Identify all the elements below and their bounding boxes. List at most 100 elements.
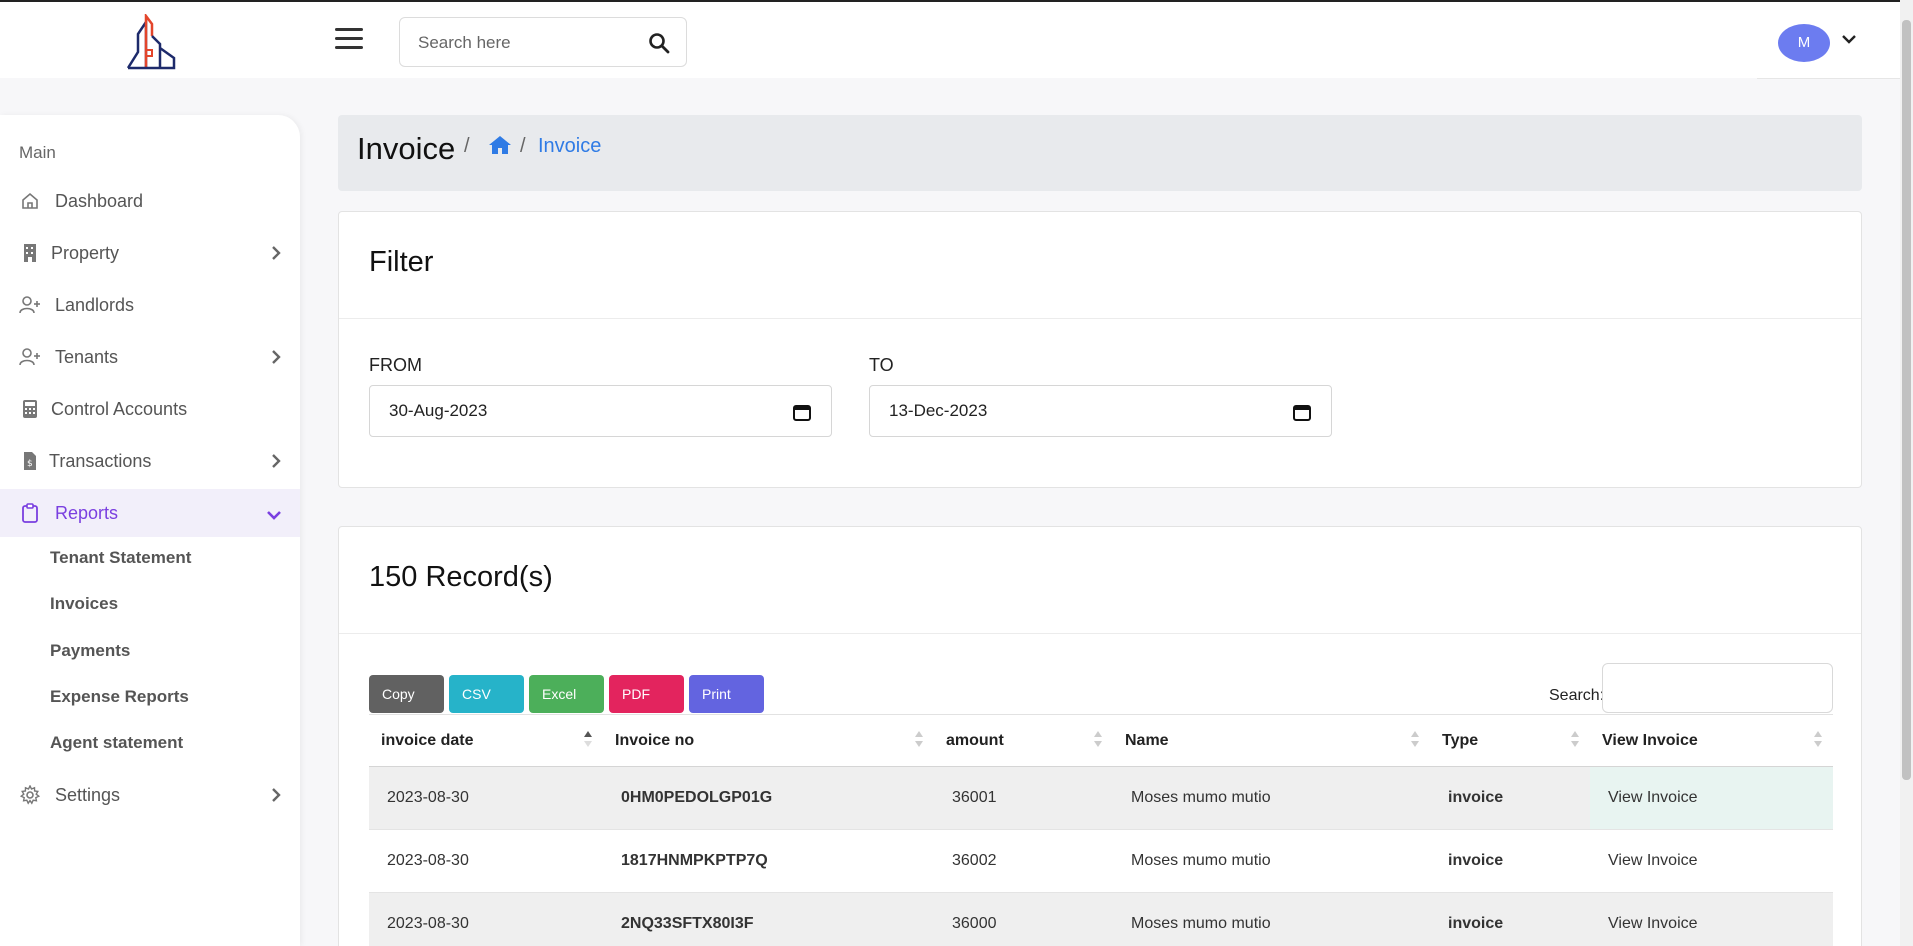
sidebar-item-label: Transactions — [49, 450, 152, 471]
column-header-type[interactable]: Type — [1430, 714, 1590, 767]
chevron-right-icon — [272, 350, 281, 364]
sidebar-item-settings[interactable]: Settings — [0, 771, 300, 819]
company-logo[interactable] — [124, 14, 178, 70]
view-invoice-link[interactable]: View Invoice — [1590, 766, 1833, 830]
table-row: 2023-08-30 0HM0PEDOLGP01G 36001 Moses mu… — [369, 766, 1833, 830]
search-input[interactable] — [418, 31, 638, 55]
sidebar-item-property[interactable]: Property — [0, 229, 300, 277]
records-card: 150 Record(s) Copy CSV Excel PDF Print S… — [338, 526, 1862, 946]
invoice-date-link[interactable]: 2023-08-30 — [369, 829, 603, 893]
to-date-input[interactable]: 13-Dec-2023 — [869, 385, 1332, 437]
sidebar-item-label: Control Accounts — [51, 398, 188, 419]
chevron-right-icon — [272, 788, 281, 802]
chevron-right-icon — [272, 246, 281, 260]
from-date-input[interactable]: 30-Aug-2023 — [369, 385, 832, 437]
sidebar-section-label: Main — [19, 143, 56, 162]
svg-text:$: $ — [27, 459, 33, 469]
invoice-no-cell: 1817HNMPKPTP7Q — [603, 829, 934, 893]
column-header-label: Name — [1125, 731, 1169, 749]
search-icon[interactable] — [648, 32, 670, 54]
print-button[interactable]: Print — [689, 675, 764, 713]
header-divider — [1757, 78, 1900, 79]
sidebar: Main Dashboard Property Landlords Tenant… — [0, 115, 300, 946]
sidebar-item-transactions[interactable]: $ Transactions — [0, 437, 300, 485]
card-divider — [339, 633, 1861, 634]
tenant-name-link[interactable]: Moses mumo mutio — [1113, 892, 1430, 946]
sidebar-item-label: Dashboard — [55, 190, 144, 211]
invoice-date-link[interactable]: 2023-08-30 — [369, 892, 603, 946]
view-invoice-link[interactable]: View Invoice — [1590, 829, 1833, 893]
chevron-down-icon[interactable] — [1840, 32, 1858, 46]
page-title: Invoice — [357, 131, 456, 166]
user-plus-icon — [19, 346, 41, 368]
chevron-right-icon — [272, 454, 281, 468]
sidebar-item-landlords[interactable]: Landlords — [0, 281, 300, 329]
from-label: FROM — [369, 355, 422, 375]
sidebar-item-label: Property — [51, 242, 120, 263]
amount-cell: 36000 — [934, 892, 1113, 946]
column-header-label: Invoice no — [615, 731, 695, 749]
sidebar-subitem-tenant-statement[interactable]: Tenant Statement — [50, 548, 191, 568]
csv-button[interactable]: CSV — [449, 675, 524, 713]
user-plus-icon — [19, 294, 41, 316]
column-header-view-invoice[interactable]: View Invoice — [1590, 714, 1833, 767]
column-header-label: View Invoice — [1602, 731, 1698, 749]
table-row: 2023-08-30 2NQ33SFTX80I3F 36000 Moses mu… — [369, 892, 1833, 946]
sidebar-subitem-expense-reports[interactable]: Expense Reports — [50, 687, 189, 707]
invoice-no-cell: 0HM0PEDOLGP01G — [603, 766, 934, 830]
breadcrumb: Invoice / / Invoice — [338, 115, 1862, 191]
sidebar-item-reports[interactable]: Reports — [0, 489, 300, 537]
building-icon — [19, 242, 41, 264]
sidebar-item-label: Tenants — [55, 346, 119, 367]
column-header-amount[interactable]: amount — [934, 714, 1113, 767]
user-avatar[interactable]: M — [1778, 24, 1830, 62]
calendar-icon[interactable] — [793, 403, 811, 421]
from-date-value: 30-Aug-2023 — [389, 401, 488, 420]
table-row: 2023-08-30 1817HNMPKPTP7Q 36002 Moses mu… — [369, 829, 1833, 893]
sidebar-subitem-agent-statement[interactable]: Agent statement — [50, 733, 183, 753]
sort-icon[interactable] — [914, 729, 924, 749]
sidebar-subitem-invoices[interactable]: Invoices — [50, 594, 118, 614]
home-icon[interactable] — [488, 134, 512, 156]
calendar-icon[interactable] — [1293, 403, 1311, 421]
sidebar-item-control-accounts[interactable]: Control Accounts — [0, 385, 300, 433]
excel-button[interactable]: Excel — [529, 675, 604, 713]
column-header-invoice-date[interactable]: invoice date — [369, 714, 603, 767]
invoice-no-cell: 2NQ33SFTX80I3F — [603, 892, 934, 946]
sidebar-item-dashboard[interactable]: Dashboard — [0, 177, 300, 225]
menu-toggle-icon[interactable] — [335, 28, 363, 52]
sidebar-subitem-payments[interactable]: Payments — [50, 641, 130, 661]
filter-title: Filter — [369, 246, 434, 278]
invoice-icon: $ — [19, 450, 41, 472]
view-invoice-link[interactable]: View Invoice — [1590, 892, 1833, 946]
column-header-name[interactable]: Name — [1113, 714, 1430, 767]
sidebar-item-label: Landlords — [55, 294, 135, 315]
card-divider — [339, 318, 1861, 319]
copy-button[interactable]: Copy — [369, 675, 444, 713]
sort-asc-icon[interactable] — [583, 729, 593, 749]
to-label: TO — [869, 355, 894, 375]
sort-icon[interactable] — [1813, 729, 1823, 749]
breadcrumb-separator: / — [520, 135, 526, 157]
gear-icon — [19, 784, 41, 806]
sidebar-item-tenants[interactable]: Tenants — [0, 333, 300, 381]
sidebar-item-label: Settings — [55, 784, 121, 805]
page-scrollbar[interactable] — [1900, 0, 1913, 946]
tenant-name-link[interactable]: Moses mumo mutio — [1113, 766, 1430, 830]
sort-icon[interactable] — [1570, 729, 1580, 749]
breadcrumb-current[interactable]: Invoice — [538, 135, 601, 158]
global-search — [399, 17, 687, 67]
sort-icon[interactable] — [1093, 729, 1103, 749]
top-header: M — [0, 0, 1900, 79]
invoice-date-link[interactable]: 2023-08-30 — [369, 766, 603, 830]
home-icon — [19, 190, 41, 212]
invoice-table: invoice date Invoice no amount Name Type — [369, 714, 1833, 946]
breadcrumb-separator: / — [464, 135, 470, 157]
scrollbar-thumb[interactable] — [1902, 20, 1911, 780]
table-search-input[interactable] — [1602, 663, 1833, 713]
pdf-button[interactable]: PDF — [609, 675, 684, 713]
tenant-name-link[interactable]: Moses mumo mutio — [1113, 829, 1430, 893]
amount-cell: 36002 — [934, 829, 1113, 893]
column-header-invoice-no[interactable]: Invoice no — [603, 714, 934, 767]
sort-icon[interactable] — [1410, 729, 1420, 749]
